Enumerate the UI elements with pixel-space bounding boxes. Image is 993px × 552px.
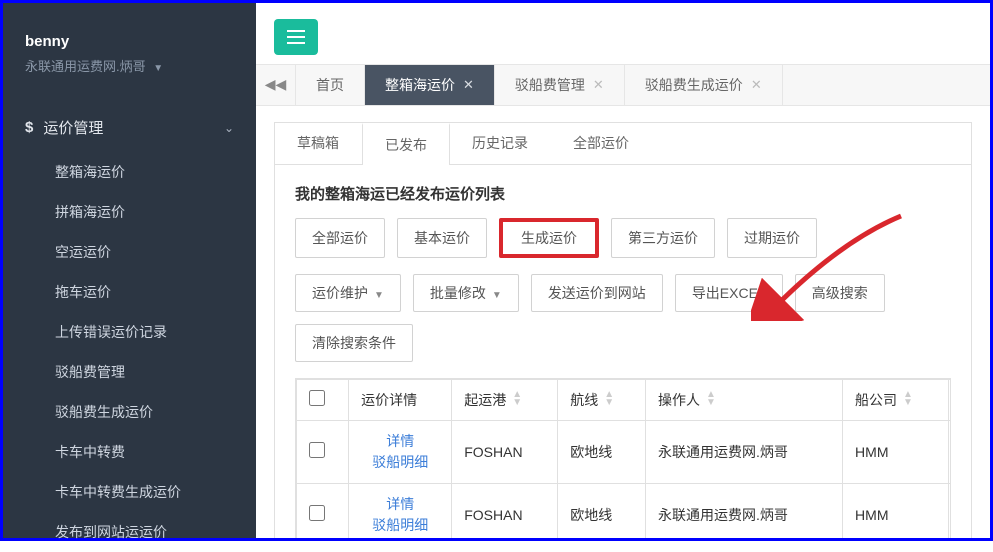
subtab-published[interactable]: 已发布 [362, 123, 450, 165]
price-table: 运价详情 起运港▲▼ 航线▲▼ 操作人▲▼ 船公司▲▼ 目的港▲▼ 中转港▲▼ … [296, 379, 951, 538]
subtab-history[interactable]: 历史记录 [450, 123, 551, 164]
action-send-to-site[interactable]: 发送运价到网站 [531, 274, 663, 312]
row-checkbox[interactable] [309, 442, 325, 458]
action-advanced-search[interactable]: 高级搜索 [795, 274, 885, 312]
sidebar-item[interactable]: 整箱海运价 [3, 152, 256, 192]
cell-origin: FOSHAN [452, 420, 558, 483]
sidebar-item[interactable]: 卡车中转费生成运价 [3, 472, 256, 512]
caret-down-icon: ▼ [374, 290, 384, 301]
filter-row: 全部运价 基本运价 生成运价 第三方运价 过期运价 [295, 218, 951, 258]
cell-dest: SOUTHAMPTON [948, 420, 951, 483]
cell-dest: HAMBURG [948, 483, 951, 538]
caret-down-icon: ▼ [492, 290, 502, 301]
tab-home[interactable]: 首页 [296, 65, 365, 105]
col-detail[interactable]: 运价详情 [349, 379, 452, 420]
panel: 草稿箱 已发布 历史记录 全部运价 我的整箱海运已经发布运价列表 全部运价 基本… [274, 122, 972, 538]
user-name: benny [25, 33, 234, 50]
filter-expired[interactable]: 过期运价 [727, 218, 817, 258]
sidebar-subnav: 整箱海运价 拼箱海运价 空运运价 拖车运价 上传错误运价记录 驳船费管理 驳船费… [3, 152, 256, 552]
cell-route: 欧地线 [558, 420, 646, 483]
action-row: 运价维护▼ 批量修改▼ 发送运价到网站 导出EXCEL 高级搜索 清除搜索条件 [295, 274, 951, 362]
table-header-row: 运价详情 起运港▲▼ 航线▲▼ 操作人▲▼ 船公司▲▼ 目的港▲▼ 中转港▲▼ … [297, 379, 952, 420]
cell-operator: 永联通用运费网.炳哥 [645, 420, 842, 483]
tab-bar: ◀◀ 首页 整箱海运价 ✕ 驳船费管理 ✕ 驳船费生成运价 ✕ [256, 64, 990, 106]
subtab-draft[interactable]: 草稿箱 [275, 123, 362, 164]
cell-operator: 永联通用运费网.炳哥 [645, 483, 842, 538]
close-icon[interactable]: ✕ [463, 77, 474, 93]
col-operator[interactable]: 操作人▲▼ [645, 379, 842, 420]
sort-icon: ▲▼ [604, 391, 614, 407]
cell-origin: FOSHAN [452, 483, 558, 538]
tab-barge-fee[interactable]: 驳船费管理 ✕ [495, 65, 625, 105]
main: ◀◀ 首页 整箱海运价 ✕ 驳船费管理 ✕ 驳船费生成运价 ✕ 草稿箱 已发布 … [256, 3, 990, 538]
sort-icon: ▲▼ [512, 391, 522, 407]
double-chevron-left-icon: ◀◀ [265, 76, 287, 93]
col-route[interactable]: 航线▲▼ [558, 379, 646, 420]
tab-fcl-price[interactable]: 整箱海运价 ✕ [365, 65, 495, 105]
sidebar-item[interactable]: 上传错误运价记录 [3, 312, 256, 352]
barge-detail-link[interactable]: 驳船明细 [361, 515, 439, 536]
filter-all[interactable]: 全部运价 [295, 218, 385, 258]
user-block[interactable]: benny 永联通用运费网.炳哥 ▼ [3, 33, 256, 85]
action-batch-edit[interactable]: 批量修改▼ [413, 274, 519, 312]
sub-tabs: 草稿箱 已发布 历史记录 全部运价 [275, 123, 971, 165]
table-row: 详情 驳船明细 FOSHAN 欧地线 永联通用运费网.炳哥 HMM SOUTHA… [297, 420, 952, 483]
subtab-all[interactable]: 全部运价 [551, 123, 652, 164]
sidebar-item[interactable]: 拼箱海运价 [3, 192, 256, 232]
nav-section-pricing[interactable]: $ 运价管理 ⌄ [3, 103, 256, 152]
sidebar-item[interactable]: 拖车运价 [3, 272, 256, 312]
sidebar-item[interactable]: 卡车中转费 [3, 432, 256, 472]
sidebar: benny 永联通用运费网.炳哥 ▼ $ 运价管理 ⌄ 整箱海运价 拼箱海运价 … [3, 3, 256, 538]
content: 草稿箱 已发布 历史记录 全部运价 我的整箱海运已经发布运价列表 全部运价 基本… [256, 106, 990, 538]
col-dest[interactable]: 目的港▲▼ [948, 379, 951, 420]
action-maintain[interactable]: 运价维护▼ [295, 274, 401, 312]
filter-generated[interactable]: 生成运价 [499, 218, 599, 258]
col-carrier[interactable]: 船公司▲▼ [843, 379, 949, 420]
cell-carrier: HMM [843, 420, 949, 483]
filter-basic[interactable]: 基本运价 [397, 218, 487, 258]
topbar [256, 3, 990, 64]
user-org[interactable]: 永联通用运费网.炳哥 ▼ [25, 56, 234, 75]
sort-icon: ▲▼ [706, 391, 716, 407]
detail-link[interactable]: 详情 [361, 494, 439, 515]
filter-thirdparty[interactable]: 第三方运价 [611, 218, 715, 258]
tab-barge-gen[interactable]: 驳船费生成运价 ✕ [625, 65, 783, 105]
table-row: 详情 驳船明细 FOSHAN 欧地线 永联通用运费网.炳哥 HMM HAMBUR… [297, 483, 952, 538]
sidebar-item[interactable]: 驳船费管理 [3, 352, 256, 392]
close-icon[interactable]: ✕ [593, 77, 604, 93]
barge-detail-link[interactable]: 驳船明细 [361, 452, 439, 473]
hamburger-button[interactable] [274, 19, 318, 55]
select-all-checkbox[interactable] [309, 390, 325, 406]
sort-icon: ▲▼ [903, 391, 913, 407]
action-clear-search[interactable]: 清除搜索条件 [295, 324, 413, 362]
action-export-excel[interactable]: 导出EXCEL [675, 274, 783, 312]
dollar-icon: $ [25, 119, 33, 136]
caret-down-icon: ▼ [153, 63, 163, 74]
sidebar-item[interactable]: 空运运价 [3, 232, 256, 272]
col-origin[interactable]: 起运港▲▼ [452, 379, 558, 420]
section-title: 我的整箱海运已经发布运价列表 [295, 183, 951, 204]
hamburger-icon [287, 30, 305, 44]
sidebar-item[interactable]: 驳船费生成运价 [3, 392, 256, 432]
cell-route: 欧地线 [558, 483, 646, 538]
col-checkbox [297, 379, 349, 420]
price-table-wrap: 运价详情 起运港▲▼ 航线▲▼ 操作人▲▼ 船公司▲▼ 目的港▲▼ 中转港▲▼ … [295, 378, 951, 538]
cell-carrier: HMM [843, 483, 949, 538]
detail-link[interactable]: 详情 [361, 431, 439, 452]
row-checkbox[interactable] [309, 505, 325, 521]
close-icon[interactable]: ✕ [751, 77, 762, 93]
sidebar-item[interactable]: 发布到网站运运价 [3, 512, 256, 552]
chevron-down-icon: ⌄ [224, 121, 234, 135]
tab-scroll-left[interactable]: ◀◀ [256, 65, 296, 105]
